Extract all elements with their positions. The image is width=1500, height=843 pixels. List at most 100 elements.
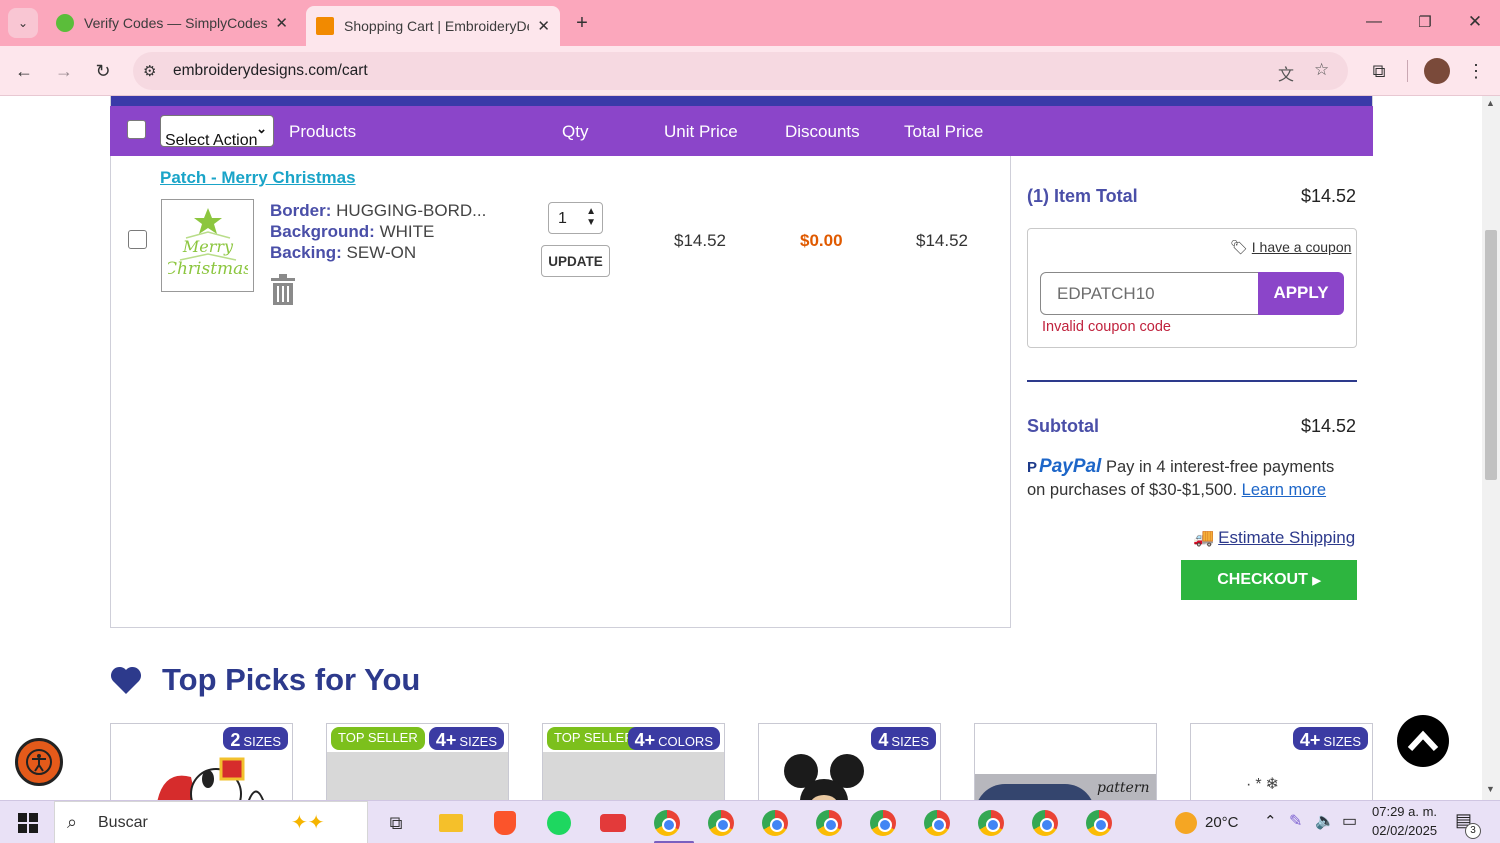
back-arrow-icon[interactable]: ← [11, 58, 37, 84]
product-card[interactable]: pattern [974, 723, 1157, 800]
tab-verify-codes[interactable]: Verify Codes — SimplyCodes ✕ [46, 6, 298, 40]
window-close-icon[interactable]: ✕ [1461, 8, 1489, 36]
product-thumbnail[interactable]: Merry Christmas [161, 199, 254, 292]
forward-arrow-icon[interactable]: → [51, 58, 77, 84]
checkout-label: CHECKOUT [1217, 571, 1308, 588]
windows-taskbar: ⌕ Buscar ✦✦ ⧉ 20°C ⌃ ✎ 🔈 ▭ 07:29 a. m. 0… [0, 800, 1500, 843]
discounts-column-header: Discounts [785, 122, 860, 141]
badge: TOP SELLER [331, 727, 425, 750]
border-label: Border: [270, 201, 332, 220]
chevron-down-icon: ⌄ [256, 121, 267, 136]
butterfly-favicon-icon [316, 17, 334, 35]
coupon-box: 🏷 I have a coupon EDPATCH10 APPLY Invalid… [1027, 228, 1357, 348]
browser-toolbar: ← → ↻ ⚙ embroiderydesigns.com/cart 文 ☆ ⧉… [0, 46, 1500, 96]
brave-browser-icon[interactable] [491, 809, 519, 837]
file-explorer-icon[interactable] [437, 809, 465, 837]
reload-icon[interactable]: ↻ [90, 58, 116, 84]
windows-start-icon[interactable] [14, 809, 42, 837]
page-scrollbar[interactable]: ▲ ▼ [1482, 96, 1500, 800]
badge: 2 SIZES [223, 727, 288, 750]
badge: TOP SELLER [547, 727, 641, 750]
menu-kebab-icon[interactable]: ⋮ [1463, 58, 1489, 84]
chrome-profile-icon[interactable] [1085, 809, 1113, 837]
product-card[interactable]: 2 SIZES [110, 723, 293, 800]
app-icon[interactable] [599, 809, 627, 837]
qty-column-header: Qty [562, 122, 589, 141]
quantity-stepper[interactable]: 1 ▲ ▼ [548, 202, 603, 234]
product-card[interactable]: TOP SELLER 4+ COLORS [542, 723, 725, 800]
svg-text:Christmas: Christmas [168, 259, 248, 279]
chrome-profile-icon[interactable] [1031, 809, 1059, 837]
taskbar-search-box[interactable]: ⌕ Buscar ✦✦ [54, 801, 368, 843]
chrome-profile-icon[interactable] [761, 809, 789, 837]
scroll-up-icon[interactable]: ▲ [1486, 98, 1495, 108]
product-card[interactable]: 4+ SIZES ·*❄ [1190, 723, 1373, 800]
chrome-profile-icon[interactable] [869, 809, 897, 837]
mickey-design-image [784, 754, 864, 800]
trash-icon[interactable] [270, 274, 296, 310]
product-image [543, 752, 724, 800]
close-icon[interactable]: ✕ [537, 17, 550, 35]
heart-icon [110, 666, 142, 694]
chrome-profile-icon[interactable] [815, 809, 843, 837]
tab-shopping-cart[interactable]: Shopping Cart | EmbroideryDes ✕ [306, 6, 560, 46]
item-total-value: $14.52 [1300, 186, 1356, 206]
tab-search-chevron-icon[interactable]: ⌄ [8, 8, 38, 38]
paypal-learn-more-link[interactable]: Learn more [1242, 481, 1326, 499]
pen-icon[interactable]: ✎ [1289, 811, 1302, 831]
summary-divider [1027, 380, 1357, 382]
accessibility-button[interactable] [15, 738, 63, 786]
profile-avatar[interactable] [1424, 58, 1450, 84]
clock-time[interactable]: 07:29 a. m. [1372, 804, 1437, 819]
update-button[interactable]: UPDATE [541, 245, 610, 277]
new-tab-plus-icon[interactable]: + [568, 9, 596, 37]
translate-icon[interactable]: 文 [1278, 61, 1294, 85]
clock-date[interactable]: 02/02/2025 [1372, 823, 1437, 838]
stepper-arrows-icon[interactable]: ▲ ▼ [586, 206, 596, 228]
extensions-icon[interactable]: ⧉ [1366, 58, 1392, 84]
tab-title: Shopping Cart | EmbroideryDes [344, 18, 529, 34]
estimate-shipping-link[interactable]: 🚚 Estimate Shipping [1193, 528, 1355, 548]
product-link[interactable]: Patch - Merry Christmas [160, 168, 356, 188]
chrome-profile-icon[interactable] [977, 809, 1005, 837]
products-column-header: Products [289, 122, 357, 141]
weather-icon[interactable] [1172, 809, 1200, 837]
close-icon[interactable]: ✕ [275, 14, 288, 32]
top-picks-title: Top Picks for You [162, 662, 421, 697]
minimize-icon[interactable]: — [1360, 8, 1388, 36]
notification-count-badge: 3 [1465, 823, 1481, 839]
product-card[interactable]: TOP SELLER 4+ SIZES [326, 723, 509, 800]
chrome-profile-icon[interactable] [707, 809, 735, 837]
background-label: Background: [270, 222, 375, 241]
select-action-dropdown[interactable]: Select Action ⌄ [160, 115, 274, 149]
weather-temperature[interactable]: 20°C [1205, 814, 1239, 831]
speaker-icon[interactable]: 🔈 [1315, 811, 1335, 831]
select-all-checkbox[interactable] [127, 120, 146, 139]
back-to-top-button[interactable] [1397, 715, 1449, 767]
scroll-down-icon[interactable]: ▼ [1486, 784, 1495, 794]
item-checkbox[interactable] [128, 230, 147, 249]
address-bar[interactable]: ⚙ embroiderydesigns.com/cart 文 ☆ [133, 52, 1348, 90]
accessibility-icon [26, 749, 52, 775]
coupon-link[interactable]: 🏷 I have a coupon [1230, 239, 1351, 256]
chrome-profile-icon[interactable] [653, 809, 681, 837]
spotify-icon[interactable] [545, 809, 573, 837]
coupon-error-text: Invalid coupon code [1042, 319, 1171, 335]
backing-label: Backing: [270, 243, 342, 262]
pattern-caption: pattern [1097, 780, 1150, 796]
network-icon[interactable]: ▭ [1342, 811, 1357, 831]
checkout-button[interactable]: CHECKOUT ▶ [1181, 560, 1357, 600]
border-value: HUGGING-BORD... [336, 201, 487, 220]
search-icon: ⌕ [67, 812, 78, 832]
restore-icon[interactable]: ❐ [1411, 8, 1439, 36]
coupon-input[interactable]: EDPATCH10 [1040, 272, 1260, 315]
apply-button[interactable]: APPLY [1258, 272, 1344, 315]
chevron-up-icon[interactable]: ⌃ [1264, 812, 1277, 830]
product-card[interactable]: 4 SIZES [758, 723, 941, 800]
scrollbar-thumb[interactable] [1485, 230, 1497, 480]
chrome-profile-icon[interactable] [923, 809, 951, 837]
snowflake-design-image: ·*❄ [1246, 776, 1283, 793]
bookmark-star-icon[interactable]: ☆ [1314, 60, 1329, 80]
task-view-icon[interactable]: ⧉ [382, 809, 410, 837]
site-info-icon[interactable]: ⚙ [143, 62, 156, 80]
